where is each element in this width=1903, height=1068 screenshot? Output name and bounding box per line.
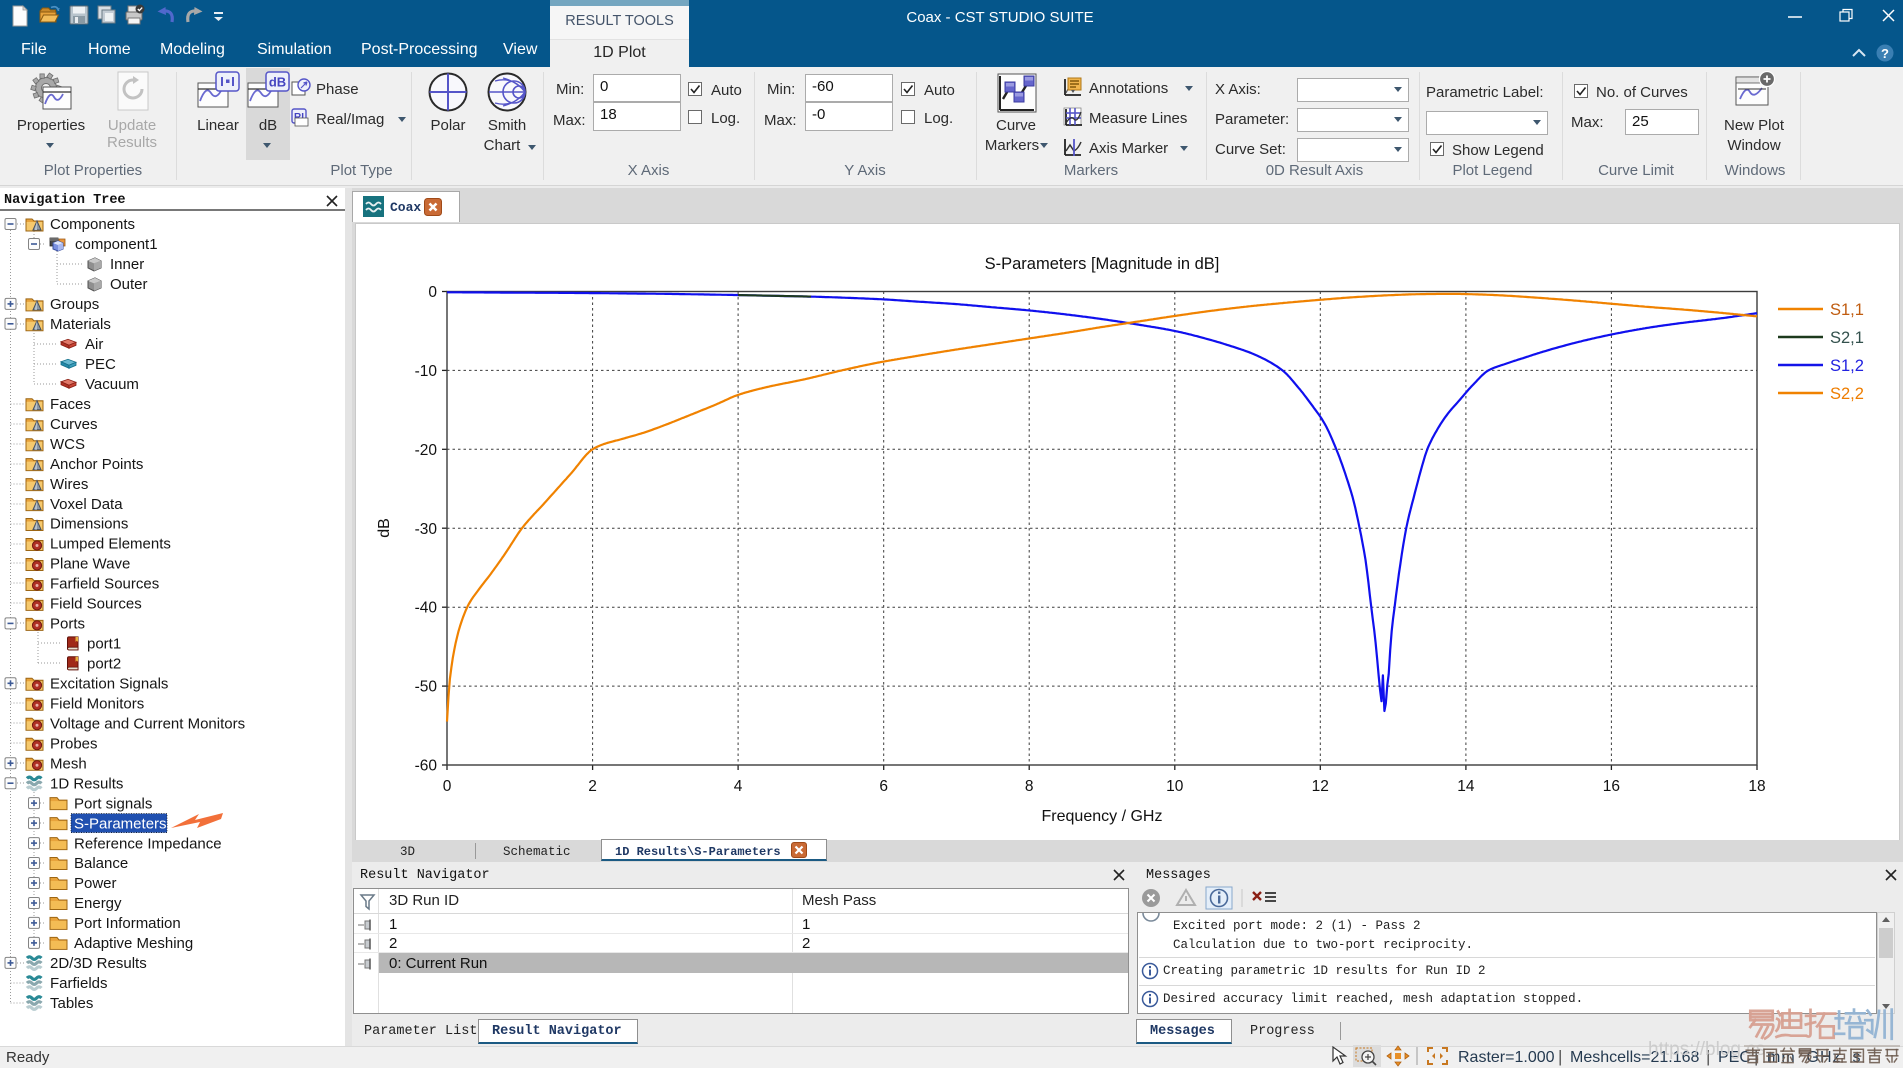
svg-text:Inner: Inner — [110, 256, 144, 273]
svg-text:dB: dB — [376, 518, 393, 538]
svg-text:Probes: Probes — [50, 735, 98, 752]
svg-text:S1,1: S1,1 — [1830, 301, 1864, 319]
svg-text:Air: Air — [85, 336, 103, 353]
svg-text:6: 6 — [879, 778, 888, 795]
svg-text:S-Parameters: S-Parameters — [74, 815, 167, 832]
svg-text:Farfield Sources: Farfield Sources — [50, 576, 159, 593]
svg-text:Lumped Elements: Lumped Elements — [50, 536, 171, 553]
svg-text:-60: -60 — [415, 758, 438, 775]
svg-text:Voltage and Current Monitors: Voltage and Current Monitors — [50, 716, 245, 733]
svg-text:Balance: Balance — [74, 855, 128, 872]
svg-text:Wires: Wires — [50, 476, 88, 493]
svg-text:Port Information: Port Information — [74, 915, 181, 932]
svg-text:WCS: WCS — [50, 436, 85, 453]
svg-text:S2,1: S2,1 — [1830, 329, 1864, 347]
svg-text:Anchor Points: Anchor Points — [50, 456, 143, 473]
svg-text:Tables: Tables — [50, 995, 93, 1012]
svg-text:0: 0 — [443, 778, 452, 795]
svg-text:4: 4 — [734, 778, 743, 795]
svg-text:Curves: Curves — [50, 416, 98, 433]
svg-text:Faces: Faces — [50, 396, 91, 413]
svg-text:-40: -40 — [415, 600, 438, 617]
svg-text:10: 10 — [1166, 778, 1184, 795]
svg-text:Adaptive Meshing: Adaptive Meshing — [74, 935, 193, 952]
svg-text:Dimensions: Dimensions — [50, 516, 128, 533]
svg-text:2: 2 — [588, 778, 597, 795]
svg-text:Plane Wave: Plane Wave — [50, 556, 130, 573]
svg-text:S-Parameters [Magnitude in dB]: S-Parameters [Magnitude in dB] — [985, 255, 1220, 273]
svg-text:Vacuum: Vacuum — [85, 376, 139, 393]
svg-text:?: ? — [1881, 46, 1889, 61]
svg-text:Materials: Materials — [50, 316, 111, 333]
svg-text:1D Results: 1D Results — [50, 775, 123, 792]
svg-text:2D/3D Results: 2D/3D Results — [50, 955, 147, 972]
svg-text:Components: Components — [50, 216, 135, 233]
svg-text:S2,2: S2,2 — [1830, 385, 1864, 403]
svg-text:S1,2: S1,2 — [1830, 357, 1864, 375]
svg-text:PEC: PEC — [85, 356, 116, 373]
svg-text:14: 14 — [1457, 778, 1475, 795]
svg-text:port1: port1 — [87, 636, 121, 653]
svg-text:12: 12 — [1312, 778, 1329, 795]
svg-text:port2: port2 — [87, 656, 121, 673]
svg-text:-20: -20 — [415, 442, 438, 459]
svg-text:-30: -30 — [415, 521, 438, 538]
svg-text:Frequency / GHz: Frequency / GHz — [1042, 808, 1163, 825]
svg-text:-50: -50 — [415, 679, 438, 696]
svg-text:Voxel Data: Voxel Data — [50, 496, 123, 513]
svg-text:0: 0 — [428, 284, 437, 301]
svg-text:Field Monitors: Field Monitors — [50, 696, 144, 713]
svg-text:Farfields: Farfields — [50, 975, 108, 992]
svg-text:dB: dB — [269, 75, 286, 90]
svg-text:component1: component1 — [75, 236, 158, 253]
svg-text:Ports: Ports — [50, 616, 85, 633]
svg-text:8: 8 — [1025, 778, 1034, 795]
svg-text:Energy: Energy — [74, 895, 122, 912]
svg-text:Reference Impedance: Reference Impedance — [74, 835, 222, 852]
svg-text:Groups: Groups — [50, 296, 99, 313]
svg-text:Port signals: Port signals — [74, 795, 152, 812]
svg-text:16: 16 — [1603, 778, 1620, 795]
svg-text:Power: Power — [74, 875, 117, 892]
svg-text:Field Sources: Field Sources — [50, 596, 142, 613]
svg-text:Outer: Outer — [110, 276, 148, 293]
svg-text:-10: -10 — [415, 363, 438, 380]
svg-text:18: 18 — [1748, 778, 1765, 795]
svg-text:Excitation Signals: Excitation Signals — [50, 676, 168, 693]
svg-text:Mesh: Mesh — [50, 755, 87, 772]
